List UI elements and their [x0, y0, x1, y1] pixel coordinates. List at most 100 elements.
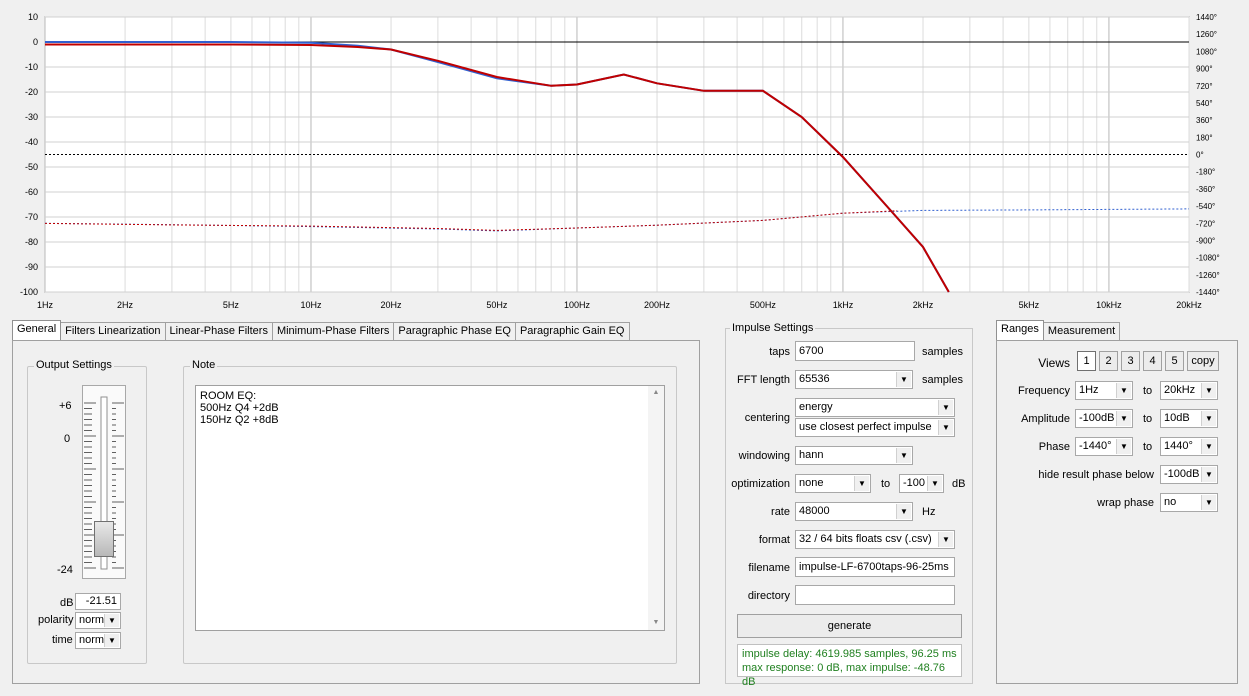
note-title: Note: [190, 359, 218, 371]
fft-length-select[interactable]: 65536 ▼: [795, 370, 913, 389]
impulse-status-box: impulse delay: 4619.985 samples, 96.25 m…: [737, 644, 962, 688]
x-tick-label: 2Hz: [117, 300, 134, 310]
note-scrollbar[interactable]: ▲ ▼: [648, 386, 664, 630]
directory-input[interactable]: [795, 585, 955, 605]
taps-input[interactable]: 6700: [795, 341, 915, 361]
windowing-label: windowing: [738, 450, 790, 462]
rate-value: 48000: [799, 505, 830, 517]
x-tick-label: 200Hz: [644, 300, 671, 310]
frequency-to-label: to: [1143, 385, 1153, 397]
centering-mode-select[interactable]: use closest perfect impulse ▼: [795, 418, 955, 437]
tab-paragraphic-gain-eq[interactable]: Paragraphic Gain EQ: [514, 322, 630, 340]
rate-select[interactable]: 48000 ▼: [795, 502, 913, 521]
generate-button[interactable]: generate: [737, 614, 962, 638]
chevron-down-icon: ▼: [1201, 467, 1216, 482]
scale-zero-label: 0: [64, 433, 71, 445]
optimization-db-value: -100: [903, 477, 926, 489]
y2-tick-label: 720°: [1196, 82, 1213, 91]
frequency-to-value: 20kHz: [1164, 384, 1196, 396]
y2-tick-label: 1260°: [1196, 30, 1217, 39]
max-response-text: max response: 0 dB, max impulse: -48.76 …: [742, 662, 945, 688]
x-tick-label: 20kHz: [1176, 300, 1202, 310]
x-tick-label: 100Hz: [564, 300, 591, 310]
centering-label: centering: [744, 412, 790, 424]
wrap-phase-label: wrap phase: [1097, 497, 1154, 509]
db-input[interactable]: -21.51: [75, 593, 121, 610]
tab-minimum-phase-filters[interactable]: Minimum-Phase Filters: [271, 322, 395, 340]
time-select[interactable]: norm ▼: [75, 632, 121, 649]
tab-measurement[interactable]: Measurement: [1042, 322, 1121, 340]
copy-view-button[interactable]: copy: [1187, 351, 1219, 371]
view-5-button[interactable]: 5: [1165, 351, 1184, 371]
centering-value: energy: [799, 401, 833, 413]
tab-general[interactable]: General: [12, 320, 62, 340]
y2-tick-label: -540°: [1196, 202, 1215, 211]
y-tick-label: -100: [20, 287, 38, 297]
time-value: norm: [79, 634, 105, 646]
chevron-down-icon: ▼: [896, 504, 911, 519]
amplitude-from-select[interactable]: -100dB ▼: [1075, 409, 1133, 428]
format-select[interactable]: 32 / 64 bits floats csv (.csv) ▼: [795, 530, 955, 549]
windowing-select[interactable]: hann ▼: [795, 446, 913, 465]
impulse-delay-text: impulse delay: 4619.985 samples, 96.25 m…: [742, 648, 957, 660]
scroll-up-icon[interactable]: ▲: [648, 386, 664, 400]
view-2-button[interactable]: 2: [1099, 351, 1118, 371]
x-tick-label: 2kHz: [913, 300, 934, 310]
tab-ranges[interactable]: Ranges: [996, 320, 1044, 340]
optimization-select[interactable]: none ▼: [795, 474, 871, 493]
phase-from-value: -1440°: [1079, 440, 1112, 452]
chevron-down-icon: ▼: [104, 614, 119, 627]
scroll-down-icon[interactable]: ▼: [648, 616, 664, 630]
frequency-from-select[interactable]: 1Hz ▼: [1075, 381, 1133, 400]
phase-to-select[interactable]: 1440° ▼: [1160, 437, 1218, 456]
frequency-to-select[interactable]: 20kHz ▼: [1160, 381, 1218, 400]
filename-input[interactable]: impulse-LF-6700taps-96-25ms: [795, 557, 955, 577]
amplitude-to-select[interactable]: 10dB ▼: [1160, 409, 1218, 428]
chevron-down-icon: ▼: [1116, 411, 1131, 426]
windowing-value: hann: [799, 449, 824, 461]
y2-tick-label: 360°: [1196, 116, 1213, 125]
centering-select[interactable]: energy ▼: [795, 398, 955, 417]
optimization-value: none: [799, 477, 824, 489]
view-4-button[interactable]: 4: [1143, 351, 1162, 371]
x-tick-label: 50Hz: [486, 300, 508, 310]
frequency-response-chart[interactable]: 10 0 -10 -20 -30 -40 -50 -60 -70 -80 -90 -100 1440° 1…: [0, 0, 1249, 316]
phase-label: Phase: [1038, 441, 1070, 453]
x-tick-label: 10kHz: [1096, 300, 1122, 310]
chevron-down-icon: ▼: [938, 420, 953, 435]
optimization-label: optimization: [731, 478, 790, 490]
note-line: 500Hz Q4 +2dB: [200, 402, 279, 414]
fft-length-label: FFT length: [737, 374, 790, 386]
y2-tick-label: 540°: [1196, 99, 1213, 108]
y2-tick-label: -360°: [1196, 185, 1215, 194]
gain-slider-thumb[interactable]: [94, 520, 114, 557]
y-tick-label: -20: [25, 87, 38, 97]
hide-phase-label: hide result phase below: [1038, 469, 1154, 481]
tab-paragraphic-phase-eq[interactable]: Paragraphic Phase EQ: [393, 322, 516, 340]
polarity-select[interactable]: norm ▼: [75, 612, 121, 629]
view-3-button[interactable]: 3: [1121, 351, 1140, 371]
views-label: Views: [1038, 356, 1070, 370]
x-tick-label: 10Hz: [300, 300, 322, 310]
phase-from-select[interactable]: -1440° ▼: [1075, 437, 1133, 456]
tab-filters-linearization[interactable]: Filters Linearization: [60, 322, 166, 340]
x-tick-label: 1kHz: [833, 300, 854, 310]
scale-plus6-label: +6: [59, 400, 72, 412]
note-textarea[interactable]: ROOM EQ: 500Hz Q4 +2dB 150Hz Q2 +8dB ▲ ▼: [195, 385, 665, 631]
optimization-db-select[interactable]: -100 ▼: [899, 474, 944, 493]
view-1-button[interactable]: 1: [1077, 351, 1096, 371]
wrap-phase-select[interactable]: no ▼: [1160, 493, 1218, 512]
chevron-down-icon: ▼: [896, 372, 911, 387]
polarity-value: norm: [79, 614, 105, 626]
hide-phase-select[interactable]: -100dB ▼: [1160, 465, 1218, 484]
amplitude-to-label: to: [1143, 413, 1153, 425]
rate-unit: Hz: [922, 506, 936, 518]
taps-unit: samples: [922, 346, 963, 358]
tab-linear-phase-filters[interactable]: Linear-Phase Filters: [164, 322, 273, 340]
scale-minus24-label: -24: [57, 564, 73, 576]
amplitude-to-value: 10dB: [1164, 412, 1190, 424]
phase-to-label: to: [1143, 441, 1153, 453]
y-tick-label: -30: [25, 112, 38, 122]
optimization-unit: dB: [952, 478, 966, 490]
format-value: 32 / 64 bits floats csv (.csv): [799, 533, 932, 545]
